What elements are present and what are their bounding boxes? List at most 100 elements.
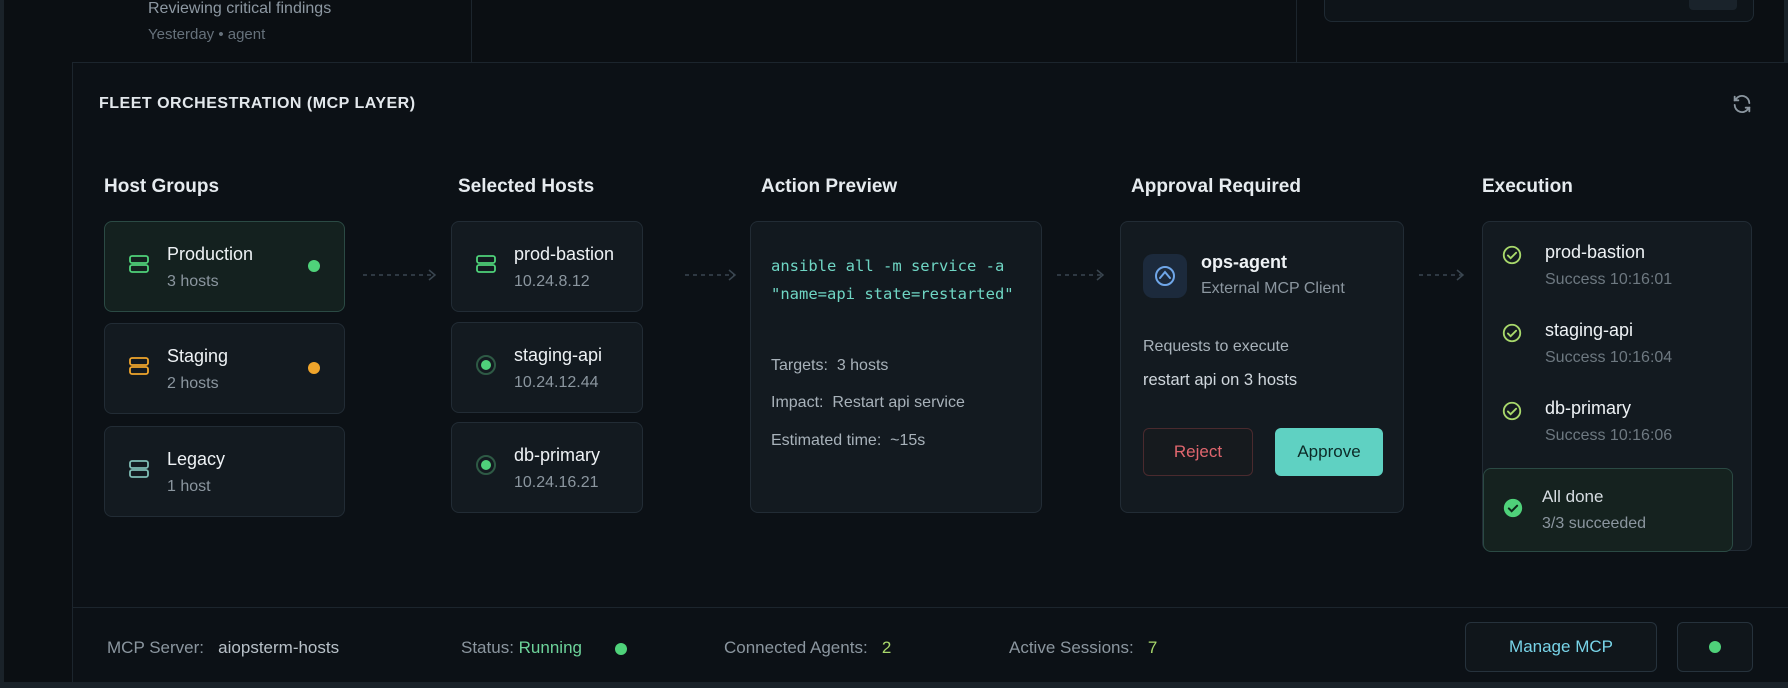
status-indicator-button[interactable] bbox=[1677, 622, 1753, 672]
status-dot bbox=[308, 362, 320, 374]
time-row: Estimated time: ~15s bbox=[771, 432, 925, 450]
column-action-preview: Action Preview bbox=[761, 176, 898, 197]
selected-host-staging-api[interactable]: staging-api 10.24.12.44 bbox=[451, 322, 643, 413]
execution-host: staging-api bbox=[1545, 320, 1634, 340]
status-value: Running bbox=[518, 638, 582, 657]
check-circle-icon bbox=[1502, 323, 1522, 343]
check-circle-filled-icon bbox=[1503, 498, 1523, 518]
host-name: prod-bastion bbox=[514, 244, 615, 264]
check-circle-icon bbox=[1502, 401, 1522, 421]
refresh-icon[interactable] bbox=[1731, 93, 1753, 115]
active-sessions-label: Active Sessions: bbox=[1009, 638, 1134, 657]
host-group-name: Production bbox=[167, 244, 254, 264]
server-icon bbox=[129, 357, 149, 375]
targets-label: Targets: bbox=[771, 357, 828, 374]
check-circle-icon bbox=[1502, 245, 1522, 265]
host-ip: 10.24.12.44 bbox=[514, 374, 599, 391]
approve-button[interactable]: Approve bbox=[1275, 428, 1383, 476]
host-group-staging[interactable]: Staging 2 hosts bbox=[104, 323, 345, 414]
status-dot bbox=[1709, 641, 1721, 653]
section-title: FLEET ORCHESTRATION (MCP LAYER) bbox=[99, 95, 416, 112]
execution-host: prod-bastion bbox=[1545, 242, 1646, 262]
status-ring-icon bbox=[476, 355, 496, 375]
impact-row: Impact: Restart api service bbox=[771, 394, 965, 412]
agent-icon bbox=[1155, 266, 1175, 286]
host-group-count: 1 host bbox=[167, 478, 211, 495]
host-name: staging-api bbox=[514, 345, 603, 365]
host-group-name: Legacy bbox=[167, 449, 226, 469]
action-preview-card: ansible all -m service -a "name=api stat… bbox=[750, 221, 1042, 513]
impact-label: Impact: bbox=[771, 394, 824, 411]
selected-host-db-primary[interactable]: db-primary 10.24.16.21 bbox=[451, 422, 643, 513]
execution-status: Success 10:16:06 bbox=[1545, 427, 1673, 444]
host-name: db-primary bbox=[514, 445, 601, 465]
impact-value: Restart api service bbox=[832, 394, 965, 411]
host-group-count: 2 hosts bbox=[167, 375, 219, 392]
host-group-production[interactable]: Production 3 hosts bbox=[104, 221, 345, 312]
conversation-item-title[interactable]: Reviewing critical findings bbox=[148, 0, 331, 18]
column-approval-required: Approval Required bbox=[1131, 176, 1301, 197]
server-running-status: Status: Running bbox=[461, 638, 582, 658]
active-sessions-value: 7 bbox=[1147, 638, 1158, 657]
command-line-2: "name=api state=restarted" bbox=[771, 285, 1014, 303]
flow-arrow-icon bbox=[1419, 269, 1465, 281]
panel-divider bbox=[1296, 0, 1297, 62]
host-ip: 10.24.8.12 bbox=[514, 273, 590, 290]
running-dot bbox=[615, 643, 627, 655]
mcp-server-status: MCP Server: aiopsterm-hosts bbox=[107, 638, 339, 658]
connected-agents-status: Connected Agents: 2 bbox=[724, 638, 891, 658]
host-group-legacy[interactable]: Legacy 1 host bbox=[104, 426, 345, 517]
conversation-item-meta: Yesterday • agent bbox=[148, 26, 266, 43]
mcp-server-label: MCP Server: bbox=[107, 638, 204, 657]
top-strip: Reviewing critical findings Yesterday • … bbox=[0, 0, 1788, 62]
status-label: Status: bbox=[461, 638, 514, 657]
conversation-list-panel: Reviewing critical findings Yesterday • … bbox=[72, 0, 472, 62]
flow-arrow-icon bbox=[363, 269, 437, 281]
status-ring-icon bbox=[476, 455, 496, 475]
execution-row: db-primary Success 10:16:06 bbox=[1501, 396, 1721, 456]
manage-mcp-button[interactable]: Manage MCP bbox=[1465, 622, 1657, 672]
server-icon bbox=[476, 255, 496, 273]
execution-status: Success 10:16:04 bbox=[1545, 349, 1673, 366]
column-selected-hosts: Selected Hosts bbox=[458, 176, 595, 197]
execution-row: staging-api Success 10:16:04 bbox=[1501, 318, 1721, 378]
reject-button[interactable]: Reject bbox=[1143, 428, 1253, 476]
status-bar: MCP Server: aiopsterm-hosts Status: Runn… bbox=[73, 607, 1788, 688]
server-icon bbox=[129, 460, 149, 478]
flow-arrow-icon bbox=[1057, 269, 1105, 281]
top-right-input[interactable] bbox=[1324, 0, 1754, 22]
top-right-button[interactable] bbox=[1689, 0, 1737, 10]
active-sessions-status: Active Sessions: 7 bbox=[1009, 638, 1157, 658]
agent-type: External MCP Client bbox=[1201, 280, 1345, 297]
agent-name: ops-agent bbox=[1201, 252, 1288, 272]
command-line-1: ansible all -m service -a bbox=[771, 257, 1005, 275]
execution-host: db-primary bbox=[1545, 398, 1632, 418]
agent-avatar bbox=[1143, 254, 1187, 298]
request-text-line-2: restart api on 3 hosts bbox=[1143, 371, 1298, 389]
command-preview: ansible all -m service -a "name=api stat… bbox=[751, 222, 1041, 330]
request-text-line-1: Requests to execute bbox=[1143, 338, 1289, 355]
server-icon bbox=[129, 255, 149, 273]
targets-row: Targets: 3 hosts bbox=[771, 357, 888, 375]
targets-value: 3 hosts bbox=[836, 357, 889, 374]
execution-card: prod-bastion Success 10:16:01 staging-ap… bbox=[1482, 221, 1752, 552]
execution-summary: All done 3/3 succeeded bbox=[1483, 468, 1733, 552]
time-label: Estimated time: bbox=[771, 432, 882, 449]
host-group-name: Staging bbox=[167, 346, 229, 366]
summary-title: All done bbox=[1542, 487, 1604, 506]
connected-agents-value: 2 bbox=[881, 638, 892, 657]
summary-count: 3/3 succeeded bbox=[1542, 515, 1647, 532]
mcp-server-value: aiopsterm-hosts bbox=[218, 638, 340, 657]
window-left-edge bbox=[0, 0, 4, 688]
time-value: ~15s bbox=[890, 432, 926, 449]
execution-row: prod-bastion Success 10:16:01 bbox=[1501, 240, 1721, 300]
host-ip: 10.24.16.21 bbox=[514, 474, 599, 491]
fleet-orchestration-panel: FLEET ORCHESTRATION (MCP LAYER) Host Gro… bbox=[72, 62, 1788, 688]
column-execution: Execution bbox=[1482, 176, 1573, 197]
connected-agents-label: Connected Agents: bbox=[724, 638, 868, 657]
approval-card: ops-agent External MCP Client Requests t… bbox=[1120, 221, 1404, 513]
selected-host-prod-bastion[interactable]: prod-bastion 10.24.8.12 bbox=[451, 221, 643, 312]
window-bottom-edge bbox=[0, 682, 1788, 688]
host-group-count: 3 hosts bbox=[167, 273, 219, 290]
execution-status: Success 10:16:01 bbox=[1545, 271, 1673, 288]
